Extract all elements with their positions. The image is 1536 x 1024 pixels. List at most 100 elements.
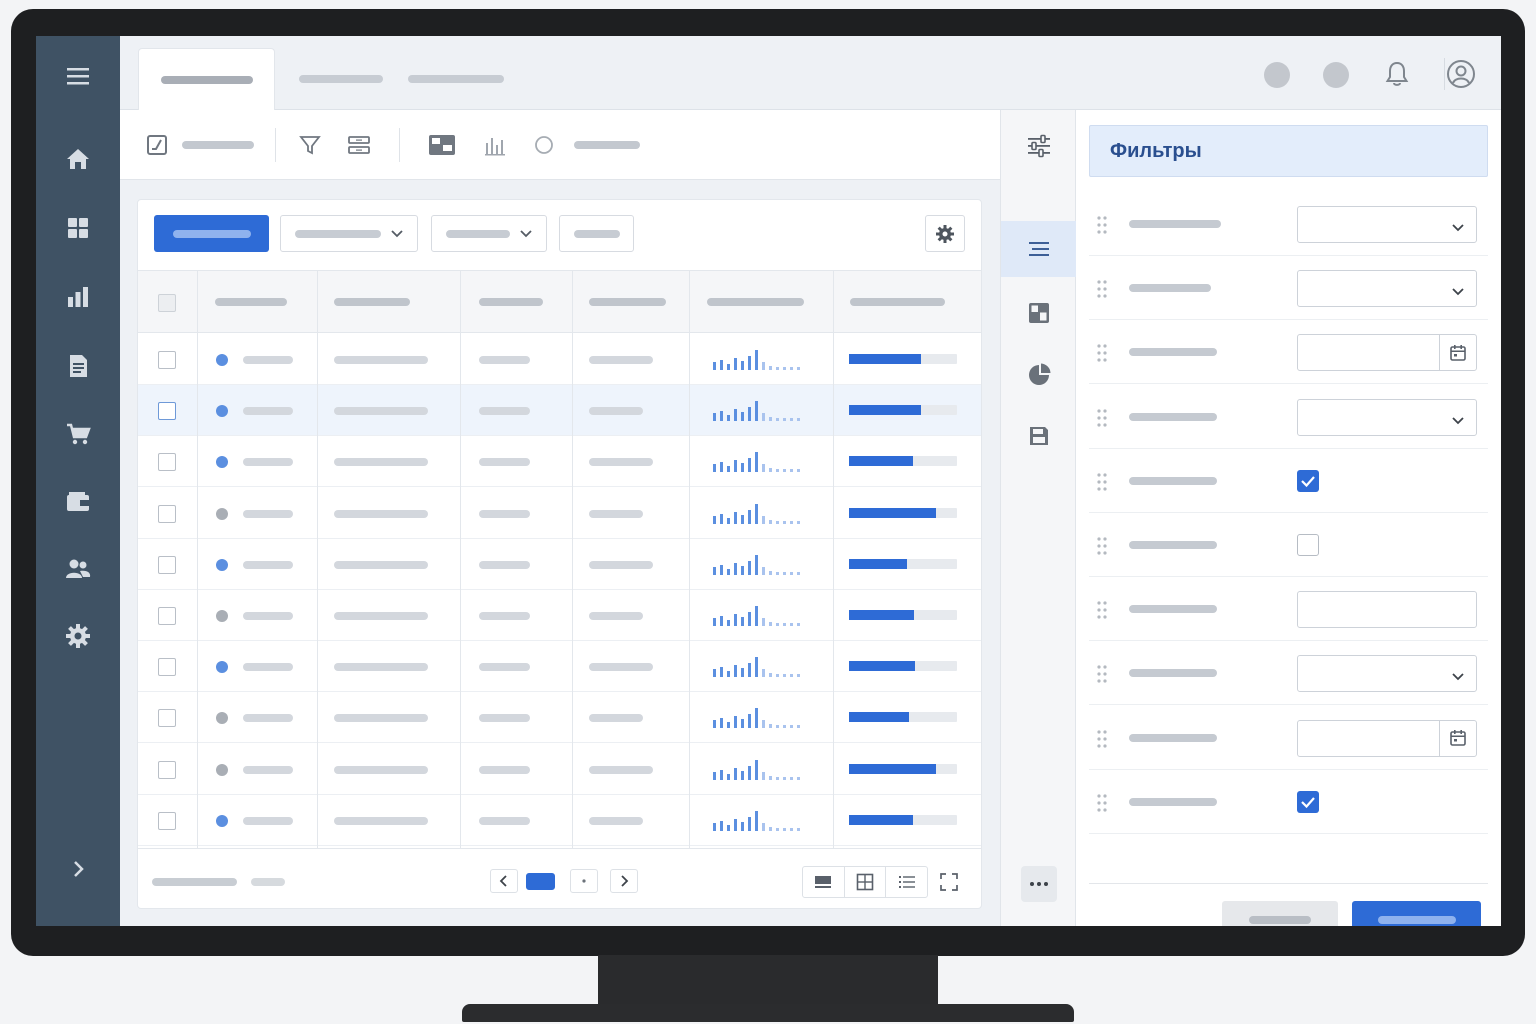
settings-icon[interactable] [58, 616, 98, 656]
fullscreen-button[interactable] [935, 870, 963, 894]
row-checkbox[interactable] [158, 760, 176, 779]
row-checkbox[interactable] [158, 607, 176, 625]
table-row[interactable] [138, 436, 981, 488]
row-checkbox[interactable] [158, 351, 176, 369]
tab-active[interactable] [138, 48, 275, 110]
row-checkbox[interactable] [158, 504, 176, 523]
users-icon[interactable] [58, 549, 98, 589]
sparkline-bar [755, 401, 758, 422]
cart-icon[interactable] [58, 414, 98, 454]
drag-handle-icon[interactable] [1097, 408, 1107, 427]
drag-handle-icon[interactable] [1097, 216, 1107, 234]
filter-settings-icon[interactable] [1001, 118, 1076, 174]
home-icon[interactable] [58, 139, 98, 179]
save-icon[interactable] [1001, 408, 1076, 464]
status-indicator[interactable] [1264, 62, 1290, 88]
table-row[interactable] [138, 641, 981, 693]
filter-date-input[interactable] [1297, 334, 1477, 372]
filter-checkbox[interactable] [1297, 790, 1319, 813]
filter-chip[interactable] [559, 215, 634, 252]
more-options-button[interactable] [1021, 866, 1057, 902]
filter-text-input[interactable] [1297, 591, 1477, 629]
calendar-icon[interactable] [1439, 720, 1476, 756]
drag-handle-icon[interactable] [1097, 280, 1107, 298]
table-view-button[interactable] [803, 867, 845, 897]
list-view-button[interactable] [886, 867, 927, 897]
prev-page-button[interactable] [490, 869, 518, 893]
document-icon[interactable] [58, 346, 98, 386]
filter-select[interactable] [1297, 398, 1477, 436]
table-row[interactable] [138, 488, 981, 539]
row-checkbox[interactable] [158, 658, 176, 677]
chevron-right-icon[interactable] [58, 849, 98, 889]
gear-icon [936, 224, 954, 243]
row-checkbox[interactable] [158, 555, 176, 574]
grid-view-button[interactable] [845, 867, 887, 897]
drag-handle-icon[interactable] [1097, 794, 1107, 812]
column-header[interactable] [850, 298, 945, 306]
column-header[interactable] [589, 298, 666, 306]
pie-chart-icon[interactable] [1001, 347, 1076, 403]
row-checkbox[interactable] [158, 453, 176, 472]
column-header[interactable] [215, 298, 287, 306]
column-header[interactable] [479, 298, 543, 306]
user-avatar-icon[interactable] [1445, 58, 1477, 90]
filter-checkbox[interactable] [1297, 469, 1319, 492]
cancel-button[interactable] [1222, 901, 1338, 926]
drag-handle-icon[interactable] [1097, 665, 1107, 683]
layout-icon[interactable] [427, 130, 457, 160]
table-row[interactable] [138, 744, 981, 795]
column-header[interactable] [707, 298, 804, 306]
next-page-button[interactable] [610, 869, 638, 893]
drag-handle-icon[interactable] [1097, 601, 1107, 619]
table-row[interactable] [138, 795, 981, 846]
tab-2[interactable] [296, 48, 386, 110]
filter-date-input[interactable] [1297, 719, 1477, 757]
bar-chart-icon[interactable] [58, 277, 98, 317]
layout-panel-icon[interactable] [1001, 285, 1076, 341]
table-row[interactable] [138, 590, 981, 641]
filter-select[interactable] [1297, 206, 1477, 243]
select-all-checkbox[interactable] [158, 294, 176, 312]
dashboard-icon[interactable] [58, 208, 98, 248]
row-checkbox[interactable] [158, 811, 176, 830]
table-row[interactable] [138, 334, 981, 385]
wallet-icon[interactable] [58, 482, 98, 522]
row-checkbox[interactable] [158, 709, 176, 728]
chevron-down-icon [391, 229, 403, 237]
primary-action-button[interactable] [154, 215, 269, 252]
sparkline-bar [776, 520, 779, 524]
table-row[interactable] [138, 385, 981, 437]
filter-checkbox[interactable] [1297, 534, 1319, 556]
columns-list-icon[interactable] [1001, 221, 1076, 277]
filter-select[interactable] [1297, 270, 1477, 308]
column-header[interactable] [334, 298, 410, 306]
calendar-icon[interactable] [1439, 335, 1476, 371]
filter-select[interactable] [1297, 655, 1477, 693]
drag-handle-icon[interactable] [1097, 344, 1107, 362]
drag-handle-icon[interactable] [1097, 537, 1107, 555]
table-row[interactable] [138, 539, 981, 590]
apply-button[interactable] [1352, 901, 1481, 926]
filter-label [1129, 605, 1217, 614]
row-checkbox[interactable] [158, 402, 176, 421]
select-all-icon[interactable] [142, 130, 172, 160]
group-icon[interactable] [344, 130, 374, 160]
filter-icon[interactable] [295, 130, 325, 160]
bar-chart-icon[interactable] [480, 130, 510, 160]
table-row[interactable] [138, 692, 981, 744]
progress-fill [849, 507, 937, 518]
tab-3[interactable] [406, 48, 506, 110]
menu-icon[interactable] [58, 56, 98, 96]
page-current[interactable] [526, 873, 555, 890]
bell-icon[interactable] [1381, 58, 1413, 90]
circle-option-icon[interactable] [529, 130, 559, 160]
table-settings-button[interactable] [925, 215, 965, 252]
page-more[interactable] [570, 869, 598, 893]
table-header [138, 270, 981, 333]
status-indicator[interactable] [1323, 62, 1349, 88]
drag-handle-icon[interactable] [1097, 473, 1107, 491]
drag-handle-icon[interactable] [1097, 729, 1107, 748]
filter-dropdown-1[interactable] [280, 215, 418, 252]
filter-dropdown-2[interactable] [431, 215, 547, 252]
